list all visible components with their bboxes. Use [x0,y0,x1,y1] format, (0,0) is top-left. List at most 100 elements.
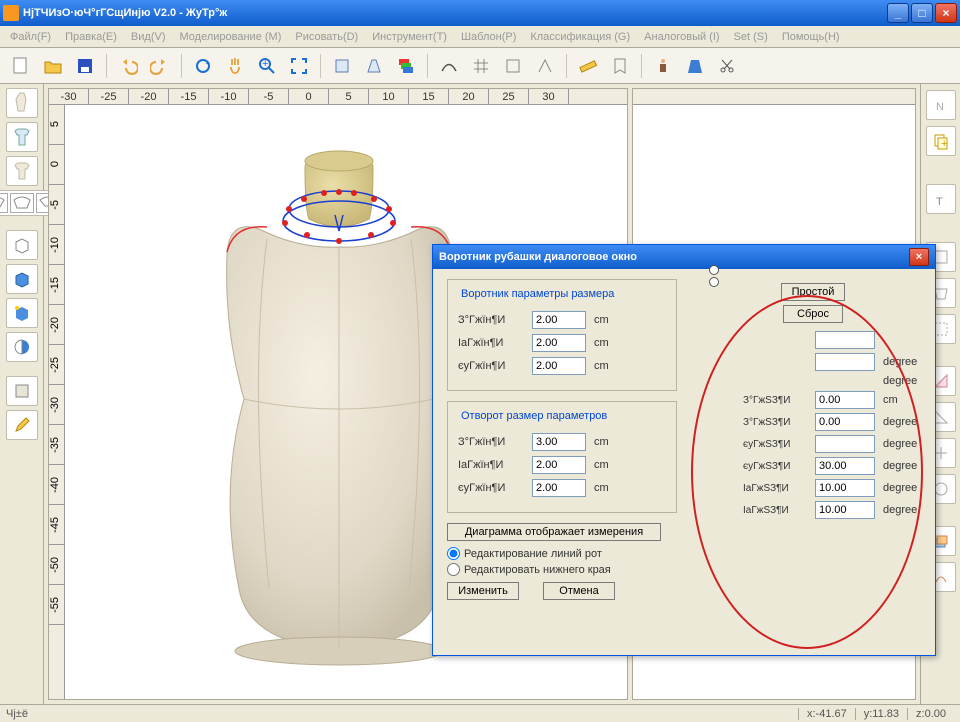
r3-input[interactable] [815,413,875,431]
ruler-horizontal: -30-25-20-15-10-5051015202530 [49,89,627,105]
text-tool-icon[interactable]: T [926,184,956,214]
pattern-button[interactable] [607,53,633,79]
scissors-button[interactable] [714,53,740,79]
menu-file[interactable]: Файл(F) [4,29,57,45]
menu-model[interactable]: Моделирование (M) [174,29,288,45]
grid-button[interactable] [468,53,494,79]
dialog-title: Воротник рубашки диалоговое окно [439,251,637,263]
new-file-button[interactable] [8,53,34,79]
view-front-button[interactable] [329,53,355,79]
apply-button[interactable]: Изменить [447,582,519,600]
tool-a-button[interactable] [500,53,526,79]
save-button[interactable] [72,53,98,79]
menu-tool[interactable]: Инструмент(T) [366,29,453,45]
maximize-button[interactable]: □ [911,3,933,23]
p1-unit: cm [594,314,614,326]
skirt-button[interactable] [682,53,708,79]
r0b-input[interactable] [815,353,875,371]
q2-unit: cm [594,459,614,471]
dialog-close-button[interactable]: × [909,248,929,266]
p2-unit: cm [594,337,614,349]
dialog-titlebar[interactable]: Воротник рубашки диалоговое окно × [433,245,935,269]
q1-input[interactable] [532,433,586,451]
status-z: z:0.00 [907,708,954,720]
p2-label: IаГжїн¶И [458,337,524,349]
mannequin-button[interactable] [650,53,676,79]
pan-button[interactable] [222,53,248,79]
collar-dialog: Воротник рубашки диалоговое окно × Ворот… [432,244,936,656]
p3-input[interactable] [532,357,586,375]
menu-edit[interactable]: Правка(E) [59,29,123,45]
tool-n-icon[interactable]: N [926,90,956,120]
menu-draw[interactable]: Рисовать(D) [289,29,364,45]
menu-view[interactable]: Вид(V) [125,29,172,45]
menu-analog[interactable]: Аналоговый (I) [638,29,725,45]
cube-lit-icon[interactable] [6,298,38,328]
mode-radio-1[interactable] [709,265,719,275]
left-tool-panel [0,84,44,704]
separator [181,54,182,78]
separator [641,54,642,78]
tool-b-button[interactable] [532,53,558,79]
q2-input[interactable] [532,456,586,474]
reset-button[interactable]: Сброс [783,305,843,323]
undo-button[interactable] [115,53,141,79]
q1-label: З°Гжїн¶И [458,436,524,448]
open-file-button[interactable] [40,53,66,79]
menu-template[interactable]: Шаблон(P) [455,29,522,45]
r2-input[interactable] [815,391,875,409]
cube-outline-icon[interactable] [6,230,38,260]
fit-button[interactable] [286,53,312,79]
separator [320,54,321,78]
p1-input[interactable] [532,311,586,329]
cube-blue-icon[interactable] [6,264,38,294]
collar-variant-2[interactable] [10,193,34,213]
redo-button[interactable] [147,53,173,79]
lapel-size-group: Отворот размер параметров З°Гжїн¶И cm Iа… [447,401,677,513]
svg-text:+: + [941,138,947,150]
copy-icon[interactable]: + [926,126,956,156]
simple-button[interactable]: Простой [781,283,846,301]
q3-input[interactable] [532,479,586,497]
view-persp-button[interactable] [361,53,387,79]
separator [566,54,567,78]
app-icon [3,5,19,21]
menu-set[interactable]: Set (S) [728,29,774,45]
p2-input[interactable] [532,334,586,352]
p3-label: єуГжїн¶И [458,360,524,372]
r2-label: З°ГжЅЗ¶И [743,395,807,406]
minimize-button[interactable]: _ [887,3,909,23]
radio1-label: Редактирование линий рот [464,548,602,560]
collar-size-group: Воротник параметры размера З°Гжїн¶И cm I… [447,279,677,391]
close-button[interactable]: × [935,3,957,23]
r7-input[interactable] [815,501,875,519]
r3-label: З°ГжЅЗ¶И [743,417,807,428]
menu-help[interactable]: Помощь(H) [776,29,846,45]
r0a-input[interactable] [815,331,875,349]
diagram-button[interactable]: Диаграмма отображает измерения [447,523,661,541]
curve-tool-button[interactable] [436,53,462,79]
r4-input[interactable] [815,435,875,453]
edit-mouth-line-radio[interactable] [447,547,460,560]
rotate-button[interactable] [190,53,216,79]
r6-label: IаГжЅЗ¶И [743,483,807,494]
half-circle-icon[interactable] [6,332,38,362]
r6-input[interactable] [815,479,875,497]
dialog-body: Воротник параметры размера З°Гжїн¶И cm I… [433,269,935,655]
menu-classification[interactable]: Классификация (G) [524,29,636,45]
r7-label: IаГжЅЗ¶И [743,505,807,516]
measure-button[interactable] [575,53,601,79]
status-x: x:-41.67 [798,708,855,720]
layers-button[interactable] [393,53,419,79]
edit-bottom-edge-radio[interactable] [447,563,460,576]
collar-variant-1[interactable] [0,193,8,213]
r5-input[interactable] [815,457,875,475]
shirt-icon[interactable] [6,122,38,152]
zoom-button[interactable]: + [254,53,280,79]
dress-form-icon[interactable] [6,88,38,118]
cancel-button[interactable]: Отмена [543,582,615,600]
pencil-icon[interactable] [6,410,38,440]
svg-text:+: + [262,58,268,70]
pattern-piece-icon[interactable] [6,376,38,406]
shirt-alt-icon[interactable] [6,156,38,186]
